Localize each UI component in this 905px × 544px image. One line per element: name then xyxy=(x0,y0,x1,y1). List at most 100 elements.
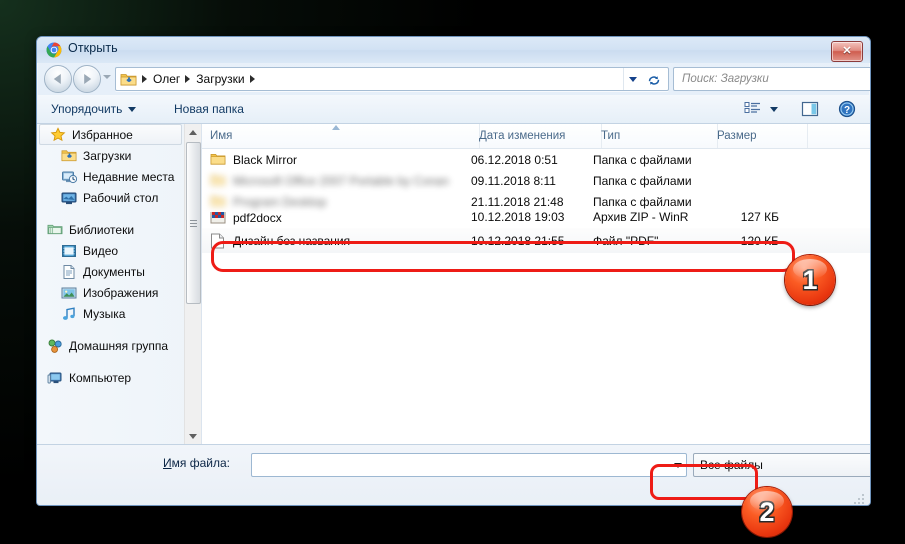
column-header-type[interactable]: Тип xyxy=(593,124,718,148)
preview-pane-icon xyxy=(801,101,819,117)
refresh-button[interactable] xyxy=(642,70,666,90)
recent-locations-chevron-icon[interactable] xyxy=(103,75,111,79)
breadcrumb-separator-icon xyxy=(142,75,147,83)
new-folder-button[interactable]: Новая папка xyxy=(168,99,250,119)
address-bar[interactable]: Олег Загрузки xyxy=(115,67,669,91)
file-name-cell: Microsoft Office 2007 Portable by Conan xyxy=(210,173,449,189)
file-date: 10.12.2018 19:03 xyxy=(471,212,565,224)
column-label: Имя xyxy=(210,130,233,142)
file-rows: Black Mirror 06.12.2018 0:51 Папка с фай… xyxy=(202,149,870,253)
sidebar-item-favorites[interactable]: Избранное xyxy=(39,124,182,145)
help-button[interactable]: ? xyxy=(838,98,856,120)
column-header-date[interactable]: Дата изменения xyxy=(471,124,602,148)
documents-icon xyxy=(61,264,77,280)
file-type-filter-select[interactable]: Все файлы xyxy=(693,453,870,477)
command-bar: Упорядочить Новая папка ? xyxy=(37,95,870,124)
file-name: Program Desktop xyxy=(233,194,327,209)
sidebar-scrollbar[interactable] xyxy=(184,124,201,444)
file-name-cell: Black Mirror xyxy=(210,152,297,168)
chrome-icon xyxy=(46,42,62,58)
table-row[interactable]: Black Mirror 06.12.2018 0:51 Папка с фай… xyxy=(202,149,870,170)
file-type: Папка с файлами xyxy=(593,194,692,209)
view-list-icon xyxy=(744,102,760,113)
archive-icon xyxy=(210,212,226,226)
file-name-input[interactable] xyxy=(251,453,687,477)
sidebar-item-computer[interactable]: Компьютер xyxy=(37,367,184,388)
badge-number: 1 xyxy=(802,264,818,295)
breadcrumb-item-downloads[interactable]: Загрузки xyxy=(194,72,246,86)
sidebar-item-pictures[interactable]: Изображения xyxy=(37,282,184,303)
star-icon xyxy=(50,126,66,143)
desktop-icon xyxy=(61,190,77,206)
folder-icon xyxy=(210,194,226,210)
sidebar-label: Избранное xyxy=(72,127,133,142)
resize-grip[interactable] xyxy=(854,492,866,504)
file-name-dropdown-button[interactable] xyxy=(669,454,686,476)
search-input[interactable]: Поиск: Загрузки xyxy=(673,67,870,91)
pdf-file-icon xyxy=(210,233,226,249)
folder-icon xyxy=(210,173,226,189)
caret-up-icon xyxy=(189,129,197,135)
sidebar-item-downloads[interactable]: Загрузки xyxy=(37,145,184,166)
sidebar-label: Компьютер xyxy=(69,370,132,385)
preview-pane-button[interactable] xyxy=(801,98,819,120)
column-header-size[interactable]: Размер xyxy=(709,124,808,148)
file-name-cell: pdf2docx xyxy=(210,212,282,226)
sidebar-label: Музыка xyxy=(83,306,126,321)
downloads-folder-icon xyxy=(61,148,77,164)
back-button[interactable] xyxy=(44,65,72,93)
annotation-badge-1: 1 xyxy=(785,255,835,305)
file-name: pdf2docx xyxy=(233,212,282,225)
navigation-pane: Избранное Загрузки Недавние места Рабочи… xyxy=(37,124,202,444)
title-bar[interactable]: Открыть ✕ xyxy=(37,37,870,63)
chevron-down-icon xyxy=(770,106,778,112)
file-name-label-rest: мя файла: xyxy=(171,456,230,470)
column-label: Тип xyxy=(601,130,621,142)
sidebar-item-music[interactable]: Музыка xyxy=(37,303,184,324)
table-row[interactable]: pdf2docx 10.12.2018 19:03 Архив ZIP - Wi… xyxy=(202,212,870,228)
table-row[interactable]: Microsoft Office 2007 Portable by Conan … xyxy=(202,170,870,191)
file-size: 127 КБ xyxy=(740,212,779,224)
table-row[interactable]: Program Desktop 21.11.2018 21:48 Папка с… xyxy=(202,191,870,212)
downloads-folder-icon xyxy=(120,72,137,87)
chevron-down-icon xyxy=(673,462,682,468)
close-button[interactable]: ✕ xyxy=(831,41,863,62)
file-name: Дизайн без названия xyxy=(233,233,351,248)
sidebar-label: Рабочий стол xyxy=(83,190,159,205)
organize-label: Упорядочить xyxy=(51,102,123,116)
sidebar-item-documents[interactable]: Документы xyxy=(37,261,184,282)
sidebar-label: Видео xyxy=(83,243,119,258)
libraries-icon xyxy=(47,222,63,238)
sidebar-label: Недавние места xyxy=(83,169,175,184)
sidebar-item-desktop[interactable]: Рабочий стол xyxy=(37,187,184,208)
annotation-badge-2: 2 xyxy=(742,487,792,537)
file-name: Black Mirror xyxy=(233,152,298,167)
column-header-name[interactable]: Имя xyxy=(202,124,480,148)
table-row[interactable]: Дизайн без названия 10.12.2018 21:55 Фай… xyxy=(202,228,870,253)
sidebar-item-recent-places[interactable]: Недавние места xyxy=(37,166,184,187)
sidebar-item-video[interactable]: Видео xyxy=(37,240,184,261)
breadcrumb-separator-icon xyxy=(249,75,255,83)
scroll-up-button[interactable] xyxy=(185,124,201,140)
help-icon: ? xyxy=(838,100,856,118)
navigation-bar: Олег Загрузки Поиск: Загрузки xyxy=(37,63,870,95)
change-view-button[interactable] xyxy=(744,98,778,120)
breadcrumb-item-user[interactable]: Олег xyxy=(151,72,182,86)
sidebar-group-spacer xyxy=(37,324,184,335)
address-dropdown-button[interactable] xyxy=(623,68,642,90)
forward-button[interactable] xyxy=(73,65,101,93)
scroll-down-button[interactable] xyxy=(185,428,201,444)
chevron-down-icon xyxy=(128,106,137,112)
search-placeholder: Поиск: Загрузки xyxy=(682,73,769,85)
column-header-extra[interactable] xyxy=(799,124,870,148)
scrollbar-thumb[interactable] xyxy=(186,142,201,304)
organize-button[interactable]: Упорядочить xyxy=(45,99,142,119)
sidebar-item-homegroup[interactable]: Домашняя группа xyxy=(37,335,184,356)
svg-text:?: ? xyxy=(844,105,850,116)
arrow-right-icon xyxy=(84,74,92,84)
recent-places-icon xyxy=(61,169,78,185)
filter-dropdown-button[interactable] xyxy=(865,454,870,476)
file-name-label-accelerator: И xyxy=(163,456,172,470)
sidebar-item-libraries[interactable]: Библиотеки xyxy=(37,219,184,240)
window-title: Открыть xyxy=(68,41,118,55)
